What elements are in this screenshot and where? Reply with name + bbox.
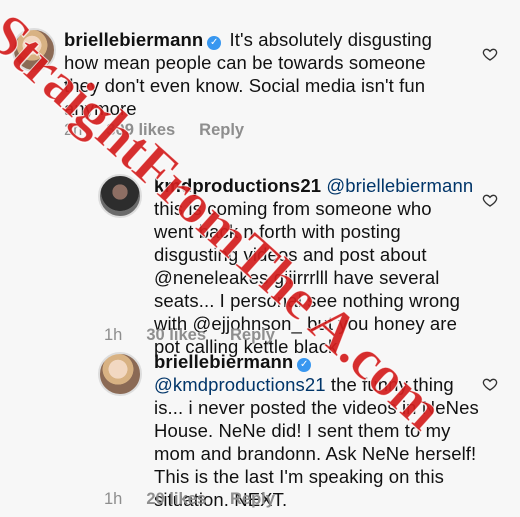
comment-username[interactable]: briellebiermann <box>64 29 203 50</box>
avatar[interactable] <box>98 352 142 396</box>
reply-button[interactable]: Reply <box>230 490 275 509</box>
verified-badge-icon: ✓ <box>207 36 222 50</box>
mention-link[interactable]: @briellebiermann <box>326 175 473 196</box>
heart-icon[interactable] <box>482 192 498 208</box>
reply-button[interactable]: Reply <box>230 326 275 345</box>
mention-link[interactable]: @kmdproductions21 <box>154 374 326 395</box>
heart-icon[interactable] <box>482 376 498 392</box>
likes-count[interactable]: 30 likes <box>146 326 206 345</box>
comment-username[interactable]: briellebiermann <box>154 351 293 372</box>
comment-time: 1h <box>104 490 123 508</box>
comment-meta: 1h 20 likes Reply <box>104 490 275 509</box>
verified-badge-icon: ✓ <box>297 358 312 372</box>
comment-time: 1h <box>104 326 123 344</box>
likes-count[interactable]: 20 likes <box>146 490 206 509</box>
reply-button[interactable]: Reply <box>199 121 244 140</box>
comment-meta: 1h 30 likes Reply <box>104 326 275 345</box>
heart-icon[interactable] <box>482 46 498 62</box>
